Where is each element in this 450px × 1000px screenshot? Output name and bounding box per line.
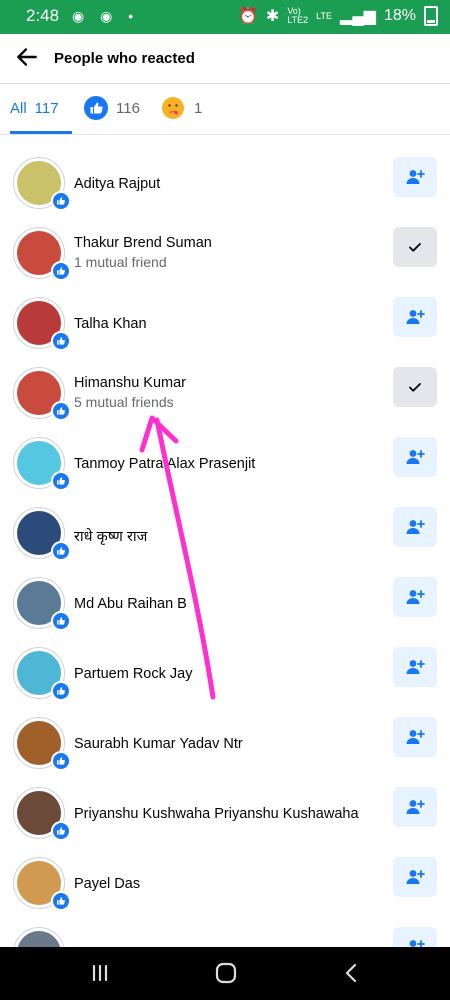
list-item[interactable]: राधे कृष्ण राज	[0, 502, 450, 572]
add-friend-icon	[406, 870, 425, 884]
list-item[interactable]: Himanshu Kumar 5 mutual friends	[0, 362, 450, 432]
person-name[interactable]: Thakur Brend Suman	[74, 235, 212, 251]
home-icon[interactable]	[212, 959, 240, 987]
add-friend-button[interactable]	[393, 437, 437, 477]
like-badge-icon	[51, 471, 71, 491]
list-item[interactable]: Payel Das	[0, 852, 450, 922]
list-item[interactable]: Priyanshu Kushwaha Priyanshu Kushawaha	[0, 782, 450, 852]
person-name[interactable]: Talha Khan	[74, 316, 147, 332]
like-badge-icon	[51, 261, 71, 281]
like-badge-icon	[51, 191, 71, 211]
battery-percent: 18%	[383, 7, 416, 24]
like-badge-icon	[51, 401, 71, 421]
status-time: 2:48	[26, 6, 60, 25]
person-name[interactable]: Tanmoy Patra Alax Prasenjit	[74, 456, 255, 472]
tab-like-count: 116	[116, 99, 140, 117]
avatar[interactable]	[13, 927, 65, 947]
list-item[interactable]: Talha Khan	[0, 292, 450, 362]
add-friend-button[interactable]	[393, 297, 437, 337]
people-list: Aditya Rajput Thakur Brend Suman 1 mutual …	[0, 135, 450, 947]
reaction-tabs: All 117 116 1	[0, 84, 450, 135]
like-badge-icon	[51, 821, 71, 841]
add-friend-icon	[406, 310, 425, 324]
add-friend-button[interactable]	[393, 507, 437, 547]
add-friend-button[interactable]	[393, 157, 437, 197]
add-friend-icon	[406, 170, 425, 184]
list-item[interactable]: Tanmoy Patra Alax Prasenjit	[0, 432, 450, 502]
add-friend-button[interactable]	[393, 787, 437, 827]
page-title: People who reacted	[54, 50, 195, 67]
list-item[interactable]: Thakur Brend Suman 1 mutual friend	[0, 222, 450, 292]
like-badge-icon	[51, 681, 71, 701]
like-reaction-icon	[84, 96, 108, 120]
recent-apps-icon[interactable]	[86, 959, 114, 987]
tab-all[interactable]: All 117	[10, 84, 72, 134]
person-name[interactable]: Priyanshu Kushwaha Priyanshu Kushawaha	[74, 806, 359, 822]
like-badge-icon	[51, 611, 71, 631]
add-friend-icon	[406, 730, 425, 744]
add-friend-icon	[406, 800, 425, 814]
list-item[interactable]: Saurabh Kumar Yadav Ntr	[0, 712, 450, 782]
status-right: ⏰ ✱ Vo) LTE2 LTE ▂▄▆ 18%	[238, 6, 438, 26]
add-friend-button[interactable]	[393, 717, 437, 757]
lte-label: LTE	[316, 10, 333, 21]
status-bar: 2:48 ◉ ◉ • ⏰ ✱ Vo) LTE2 LTE ▂▄▆ 18%	[0, 0, 450, 34]
like-badge-icon	[51, 331, 71, 351]
person-name[interactable]: राधे कृष्ण राज	[74, 526, 147, 546]
bluetooth-icon: ✱	[265, 8, 280, 25]
person-name[interactable]: Himanshu Kumar	[74, 375, 186, 391]
person-name[interactable]: Partuem Rock Jay	[74, 666, 192, 682]
add-friend-icon	[409, 940, 425, 947]
add-friend-icon	[406, 590, 425, 604]
add-friend-button[interactable]	[393, 647, 437, 687]
add-friend-button[interactable]	[393, 927, 437, 947]
like-badge-icon	[51, 891, 71, 911]
app-header: People who reacted	[0, 34, 450, 84]
avatar-photo	[17, 931, 61, 947]
notification-icons: ◉ ◉ •	[72, 8, 140, 24]
person-name[interactable]: Md Abu Raihan B	[74, 596, 187, 612]
list-item[interactable]: Aditya Rajput	[0, 152, 450, 222]
battery-icon	[424, 6, 438, 26]
network-label: Vo) LTE2	[287, 6, 309, 25]
add-friend-icon	[406, 660, 425, 674]
add-friend-icon	[406, 450, 425, 464]
tab-care[interactable]: 1	[160, 84, 202, 132]
list-item[interactable]: Md Abu Raihan B	[0, 572, 450, 642]
system-nav-bar	[0, 947, 450, 1000]
checkmark-icon	[409, 243, 421, 252]
tab-all-count: 117	[34, 99, 59, 117]
mutual-friends: 1 mutual friend	[74, 254, 167, 270]
mutual-friends: 5 mutual friends	[74, 394, 174, 410]
add-friend-icon	[406, 520, 425, 534]
tab-care-count: 1	[194, 99, 203, 117]
like-badge-icon	[51, 751, 71, 771]
request-sent-button[interactable]	[393, 227, 437, 267]
back-nav-icon[interactable]	[338, 959, 366, 987]
signal-icon: ▂▄▆	[340, 8, 376, 25]
list-item[interactable]: Muntahina Tova Muntahina Tova	[0, 922, 450, 947]
tab-all-label: All	[10, 99, 27, 117]
back-arrow-icon[interactable]	[14, 44, 40, 70]
add-friend-button[interactable]	[393, 857, 437, 897]
person-name[interactable]: Aditya Rajput	[74, 176, 160, 192]
request-sent-button[interactable]	[393, 367, 437, 407]
alarm-icon: ⏰	[238, 8, 258, 25]
like-badge-icon	[51, 541, 71, 561]
care-reaction-icon	[162, 97, 184, 119]
tab-active-indicator	[10, 131, 72, 134]
tab-like[interactable]: 116	[84, 84, 140, 132]
person-name[interactable]: Payel Das	[74, 876, 140, 892]
checkmark-icon	[409, 383, 421, 392]
person-name[interactable]: Saurabh Kumar Yadav Ntr	[74, 736, 243, 752]
list-item[interactable]: Partuem Rock Jay	[0, 642, 450, 712]
add-friend-button[interactable]	[393, 577, 437, 617]
